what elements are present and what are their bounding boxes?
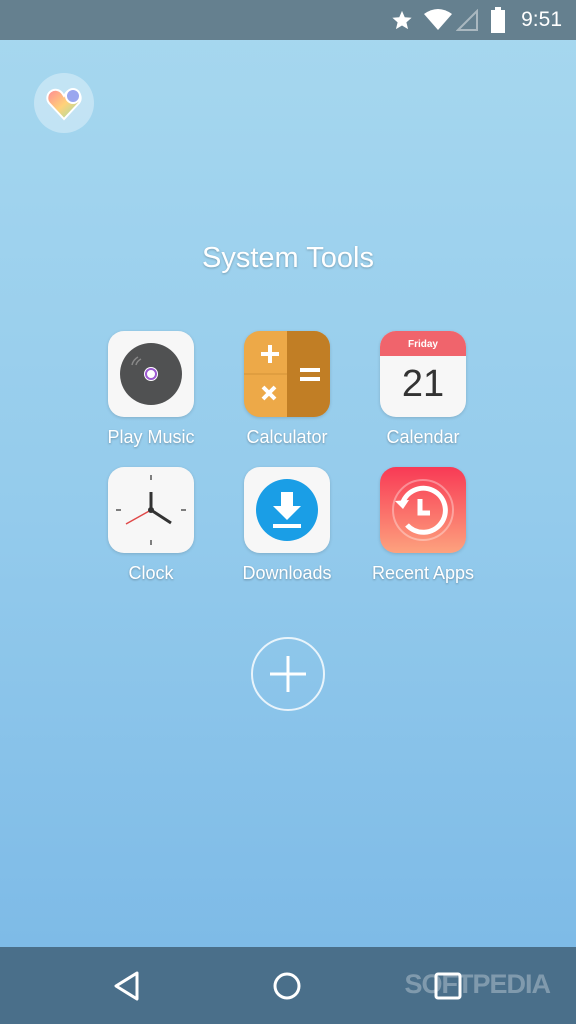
app-play-music[interactable]: Play Music [83, 331, 219, 448]
signal-icon [456, 9, 478, 31]
app-calculator[interactable]: Calculator [219, 331, 355, 448]
add-app-button[interactable] [251, 637, 325, 711]
navigation-bar: SOFTPEDIA [0, 947, 576, 1024]
wifi-icon [424, 9, 452, 30]
recents-button[interactable] [433, 971, 463, 1001]
app-label: Clock [128, 563, 174, 583]
status-bar: 9:51 [0, 0, 576, 40]
calendar-day: Friday [380, 331, 466, 356]
home-button[interactable] [272, 971, 302, 1001]
app-clock[interactable]: Clock [83, 467, 219, 584]
plus-icon [270, 656, 306, 692]
app-label: Calculator [246, 427, 328, 447]
app-downloads[interactable]: Downloads [219, 467, 355, 584]
clock-icon [108, 467, 194, 553]
calendar-date: 21 [401, 363, 445, 405]
app-calendar[interactable]: Friday 21 Calendar [355, 331, 491, 448]
battery-icon [491, 7, 505, 33]
app-label: Downloads [242, 563, 332, 583]
back-button[interactable] [112, 971, 142, 1001]
history-icon [380, 467, 466, 553]
app-label: Play Music [107, 427, 195, 447]
launcher-logo[interactable] [34, 73, 94, 133]
download-icon [244, 467, 330, 553]
app-label: Calendar [386, 427, 460, 447]
calculator-icon [244, 331, 330, 417]
clock-time: 9:51 [521, 8, 562, 31]
app-label: Recent Apps [371, 563, 475, 583]
star-icon [392, 10, 412, 30]
calendar-icon: Friday 21 [380, 331, 466, 417]
disc-icon [108, 331, 194, 417]
app-recent-apps[interactable]: Recent Apps [355, 467, 491, 584]
softpedia-watermark: SOFTPEDIA [404, 969, 551, 999]
folder-title: System Tools [202, 242, 374, 274]
heart-logo-icon [46, 88, 82, 121]
